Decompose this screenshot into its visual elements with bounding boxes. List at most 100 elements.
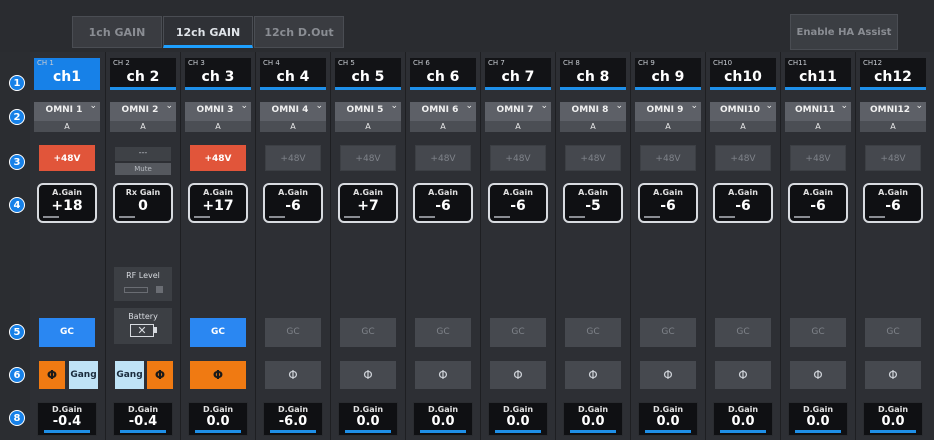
analog-gain-knob[interactable]: A.Gain -6 (713, 183, 773, 223)
input-port-select[interactable]: OMNI12 ⌄ A (860, 101, 926, 132)
phantom-power-button[interactable]: +48V (490, 145, 546, 171)
channel-name-button[interactable]: CH12 ch12 (860, 58, 926, 90)
phase-button[interactable]: Φ (415, 361, 471, 389)
input-port-select[interactable]: OMNI11 ⌄ A (785, 101, 851, 132)
channel-name-button[interactable]: CH 2 ch 2 (110, 58, 176, 90)
phantom-power-button[interactable]: +48V (565, 145, 621, 171)
gang-button[interactable]: Gang (115, 361, 144, 389)
analog-gain-knob[interactable]: A.Gain -6 (488, 183, 548, 223)
tab-12ch-dout[interactable]: 12ch D.Out (254, 16, 344, 48)
analog-gain-knob[interactable]: A.Gain -5 (563, 183, 623, 223)
phantom-power-button[interactable]: +48V (265, 145, 321, 171)
phase-button[interactable]: Φ (565, 361, 621, 389)
input-port-select[interactable]: OMNI 6 ⌄ A (410, 101, 476, 132)
phantom-power-button[interactable]: +48V (340, 145, 396, 171)
input-port-select[interactable]: OMNI 9 ⌄ A (635, 101, 701, 132)
input-port-select[interactable]: OMNI 1 ⌄ A (34, 101, 100, 132)
analog-gain-knob[interactable]: A.Gain +18 (37, 183, 97, 223)
phantom-power-button[interactable]: +48V (640, 145, 696, 171)
gain-compensation-button[interactable]: GC (415, 318, 471, 347)
input-port-select[interactable]: OMNI 2 ⌄ A (110, 101, 176, 132)
analog-gain-knob[interactable]: A.Gain -6 (413, 183, 473, 223)
gain-compensation-button[interactable]: GC (340, 318, 396, 347)
phase-button[interactable]: Φ (147, 361, 173, 389)
digital-gain-knob[interactable]: D.Gain 0.0 (638, 402, 698, 436)
digital-gain-knob[interactable]: D.Gain 0.0 (488, 402, 548, 436)
gain-compensation-button[interactable]: GC (790, 318, 846, 347)
dgain-label: D.Gain (277, 405, 309, 414)
gain-value: +17 (202, 198, 234, 214)
channel-name-button[interactable]: CH 4 ch 4 (260, 58, 326, 90)
channel-name-button[interactable]: CH 8 ch 8 (560, 58, 626, 90)
gain-compensation-button[interactable]: GC (715, 318, 771, 347)
gain-label: A.Gain (728, 188, 758, 197)
analog-gain-knob[interactable]: A.Gain -6 (863, 183, 923, 223)
channel-name-button[interactable]: CH 7 ch 7 (485, 58, 551, 90)
dgain-indicator (720, 430, 766, 433)
port-label: OMNI 8 (571, 105, 609, 115)
phantom-power-button[interactable]: +48V (415, 145, 471, 171)
phantom-power-button[interactable]: +48V (790, 145, 846, 171)
digital-gain-knob[interactable]: D.Gain -0.4 (37, 402, 97, 436)
phase-button[interactable]: Φ (490, 361, 546, 389)
input-port-select[interactable]: OMNI 5 ⌄ A (335, 101, 401, 132)
gang-button[interactable]: Gang (69, 361, 98, 389)
enable-ha-assist-button[interactable]: Enable HA Assist (790, 14, 898, 50)
gain-value: -6 (660, 198, 676, 214)
channel-strip: CH 3 ch 3 OMNI 3 ⌄ A +48V A.Gain +17 GC Φ D.Gain 0.… (180, 52, 255, 440)
digital-gain-knob[interactable]: D.Gain 0.0 (713, 402, 773, 436)
digital-gain-knob[interactable]: D.Gain 0.0 (413, 402, 473, 436)
phase-button[interactable]: Φ (715, 361, 771, 389)
digital-gain-knob[interactable]: D.Gain 0.0 (788, 402, 848, 436)
phase-button[interactable]: Φ (265, 361, 321, 389)
phase-button[interactable]: Φ (790, 361, 846, 389)
channel-name-button[interactable]: CH10 ch10 (710, 58, 776, 90)
dgain-label: D.Gain (127, 405, 159, 414)
channel-name-button[interactable]: CH11 ch11 (785, 58, 851, 90)
phantom-power-button[interactable]: +48V (715, 145, 771, 171)
channel-name-button[interactable]: CH 6 ch 6 (410, 58, 476, 90)
phantom-power-button[interactable]: +48V (865, 145, 921, 171)
digital-gain-knob[interactable]: D.Gain -6.0 (263, 402, 323, 436)
phase-button[interactable]: Φ (39, 361, 65, 389)
digital-gain-knob[interactable]: D.Gain 0.0 (188, 402, 248, 436)
channel-name-button[interactable]: CH 3 ch 3 (185, 58, 251, 90)
gain-compensation-button[interactable]: GC (565, 318, 621, 347)
gain-compensation-button[interactable]: GC (190, 318, 246, 347)
channel-name-button[interactable]: CH 1 ch1 (34, 58, 100, 90)
analog-gain-knob[interactable]: A.Gain -6 (788, 183, 848, 223)
input-port-select[interactable]: OMNI 3 ⌄ A (185, 101, 251, 132)
analog-gain-knob[interactable]: A.Gain -6 (638, 183, 698, 223)
gain-compensation-button[interactable]: GC (490, 318, 546, 347)
phase-button[interactable]: Φ (190, 361, 246, 389)
phantom-power-button[interactable]: +48V (39, 145, 95, 171)
gain-compensation-button[interactable]: GC (265, 318, 321, 347)
analog-gain-knob[interactable]: A.Gain -6 (263, 183, 323, 223)
phase-button[interactable]: Φ (640, 361, 696, 389)
analog-gain-knob[interactable]: A.Gain +17 (188, 183, 248, 223)
gain-indicator (344, 216, 360, 218)
channel-name-button[interactable]: CH 9 ch 9 (635, 58, 701, 90)
channel-number: CH 3 (188, 59, 205, 67)
phase-button[interactable]: Φ (340, 361, 396, 389)
tab-1ch-gain[interactable]: 1ch GAIN (72, 16, 162, 48)
input-port-select[interactable]: OMNI10 ⌄ A (710, 101, 776, 132)
input-port-select[interactable]: OMNI 7 ⌄ A (485, 101, 551, 132)
tab-12ch-gain[interactable]: 12ch GAIN (163, 16, 253, 48)
digital-gain-knob[interactable]: D.Gain -0.4 (113, 402, 173, 436)
gain-compensation-button[interactable]: GC (39, 318, 95, 347)
digital-gain-knob[interactable]: D.Gain 0.0 (563, 402, 623, 436)
analog-gain-knob[interactable]: Rx Gain 0 (113, 183, 173, 223)
gain-compensation-button[interactable]: GC (865, 318, 921, 347)
digital-gain-knob[interactable]: D.Gain 0.0 (863, 402, 923, 436)
phase-button[interactable]: Φ (865, 361, 921, 389)
input-port-select[interactable]: OMNI 8 ⌄ A (560, 101, 626, 132)
input-port-select[interactable]: OMNI 4 ⌄ A (260, 101, 326, 132)
gain-indicator (869, 216, 885, 218)
digital-gain-knob[interactable]: D.Gain 0.0 (338, 402, 398, 436)
analog-gain-knob[interactable]: A.Gain +7 (338, 183, 398, 223)
channel-name-button[interactable]: CH 5 ch 5 (335, 58, 401, 90)
gain-compensation-button[interactable]: GC (640, 318, 696, 347)
phantom-power-button[interactable]: +48V (190, 145, 246, 171)
mute-button[interactable]: Mute (115, 163, 171, 175)
